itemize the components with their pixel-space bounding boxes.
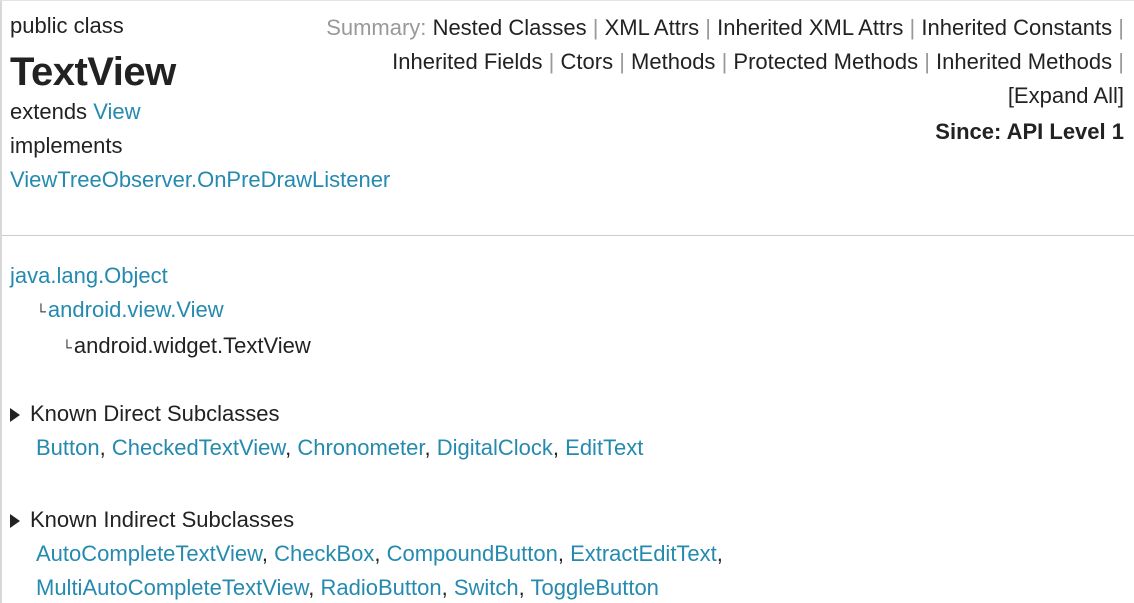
summary-line-1: Summary: Nested Classes | XML Attrs | In…: [324, 11, 1124, 113]
summary-label: Summary:: [326, 15, 427, 40]
summary-separator: |: [924, 49, 930, 74]
subclass-link-checkedtextview[interactable]: CheckedTextView: [112, 435, 285, 460]
expand-triangle-icon: [10, 514, 20, 528]
indirect-subclasses-list: AutoCompleteTextView, CheckBox, Compound…: [10, 537, 723, 603]
direct-subclasses-toggle[interactable]: Known Direct Subclasses: [10, 397, 643, 431]
subclass-link-switch[interactable]: Switch: [454, 575, 519, 600]
tree-corner-icon: └: [62, 339, 72, 355]
summary-link-xml-attrs[interactable]: XML Attrs: [605, 15, 700, 40]
summary-separator: |: [548, 49, 555, 74]
inheritance-current-row: └android.widget.TextView: [10, 329, 311, 365]
summary-nav: Summary: Nested Classes | XML Attrs | In…: [324, 11, 1124, 149]
summary-link-methods[interactable]: Methods: [631, 49, 715, 74]
extends-label: extends: [10, 99, 88, 124]
subclass-link-digitalclock[interactable]: DigitalClock: [437, 435, 553, 460]
subclass-link-togglebutton[interactable]: ToggleButton: [530, 575, 658, 600]
expand-triangle-icon: [10, 408, 20, 422]
summary-separator: |: [619, 49, 625, 74]
summary-separator: |: [1118, 15, 1124, 40]
doc-page: public class TextView extends View imple…: [0, 0, 1134, 603]
direct-subclasses-heading: Known Direct Subclasses: [30, 401, 280, 426]
subclass-link-autocompletetextview[interactable]: AutoCompleteTextView: [36, 541, 262, 566]
tree-corner-icon: └: [36, 303, 46, 319]
summary-link-ctors[interactable]: Ctors: [561, 49, 614, 74]
subclass-link-edittext[interactable]: EditText: [565, 435, 643, 460]
subclass-link-multiautocompletetextview[interactable]: MultiAutoCompleteTextView: [36, 575, 308, 600]
summary-link-nested-classes[interactable]: Nested Classes: [433, 15, 587, 40]
subclass-link-radiobutton[interactable]: RadioButton: [321, 575, 442, 600]
subclass-link-button[interactable]: Button: [36, 435, 100, 460]
indirect-subclasses-line-1: AutoCompleteTextView, CheckBox, Compound…: [36, 541, 723, 566]
subclass-link-compoundbutton[interactable]: CompoundButton: [387, 541, 558, 566]
summary-separator: |: [705, 15, 711, 40]
extends-link[interactable]: View: [93, 99, 140, 124]
indirect-subclasses-toggle[interactable]: Known Indirect Subclasses: [10, 503, 723, 537]
indirect-subclasses-line-2: MultiAutoCompleteTextView, RadioButton, …: [36, 575, 659, 600]
implements-line: ViewTreeObserver.OnPreDrawListener: [10, 165, 530, 195]
header-divider: [2, 235, 1134, 236]
expand-all-link[interactable]: [Expand All]: [1008, 83, 1124, 108]
inheritance-root-row: java.lang.Object: [10, 259, 311, 293]
summary-link-inherited-methods[interactable]: Inherited Methods: [936, 49, 1112, 74]
inheritance-parent-row: └android.view.View: [10, 293, 311, 329]
summary-separator: |: [721, 49, 728, 74]
indirect-subclasses-heading: Known Indirect Subclasses: [30, 507, 295, 532]
inheritance-root-link[interactable]: java.lang.Object: [10, 263, 168, 288]
summary-separator: |: [1118, 49, 1124, 74]
implements-link[interactable]: ViewTreeObserver.OnPreDrawListener: [10, 167, 390, 192]
subclass-link-checkbox[interactable]: CheckBox: [274, 541, 374, 566]
direct-subclasses-list: Button, CheckedTextView, Chronometer, Di…: [36, 435, 644, 460]
inheritance-parent-link[interactable]: android.view.View: [48, 297, 224, 322]
inheritance-current-class: android.widget.TextView: [73, 333, 311, 358]
subclass-link-extractedittext[interactable]: ExtractEditText: [570, 541, 717, 566]
summary-separator: |: [909, 15, 916, 40]
summary-link-inherited-constants[interactable]: Inherited Constants: [921, 15, 1112, 40]
summary-link-inherited-fields[interactable]: Inherited Fields: [392, 49, 542, 74]
subclass-link-chronometer[interactable]: Chronometer: [297, 435, 424, 460]
summary-link-inherited-xml-attrs[interactable]: Inherited XML Attrs: [717, 15, 903, 40]
indirect-subclasses-section: Known Indirect Subclasses AutoCompleteTe…: [10, 503, 723, 603]
inheritance-tree: java.lang.Object └android.view.View └and…: [10, 259, 311, 365]
summary-link-protected-methods[interactable]: Protected Methods: [733, 49, 918, 74]
since-api-level: Since: API Level 1: [935, 119, 1124, 144]
summary-separator: |: [592, 15, 599, 40]
direct-subclasses-section: Known Direct Subclasses Button, CheckedT…: [10, 397, 643, 465]
